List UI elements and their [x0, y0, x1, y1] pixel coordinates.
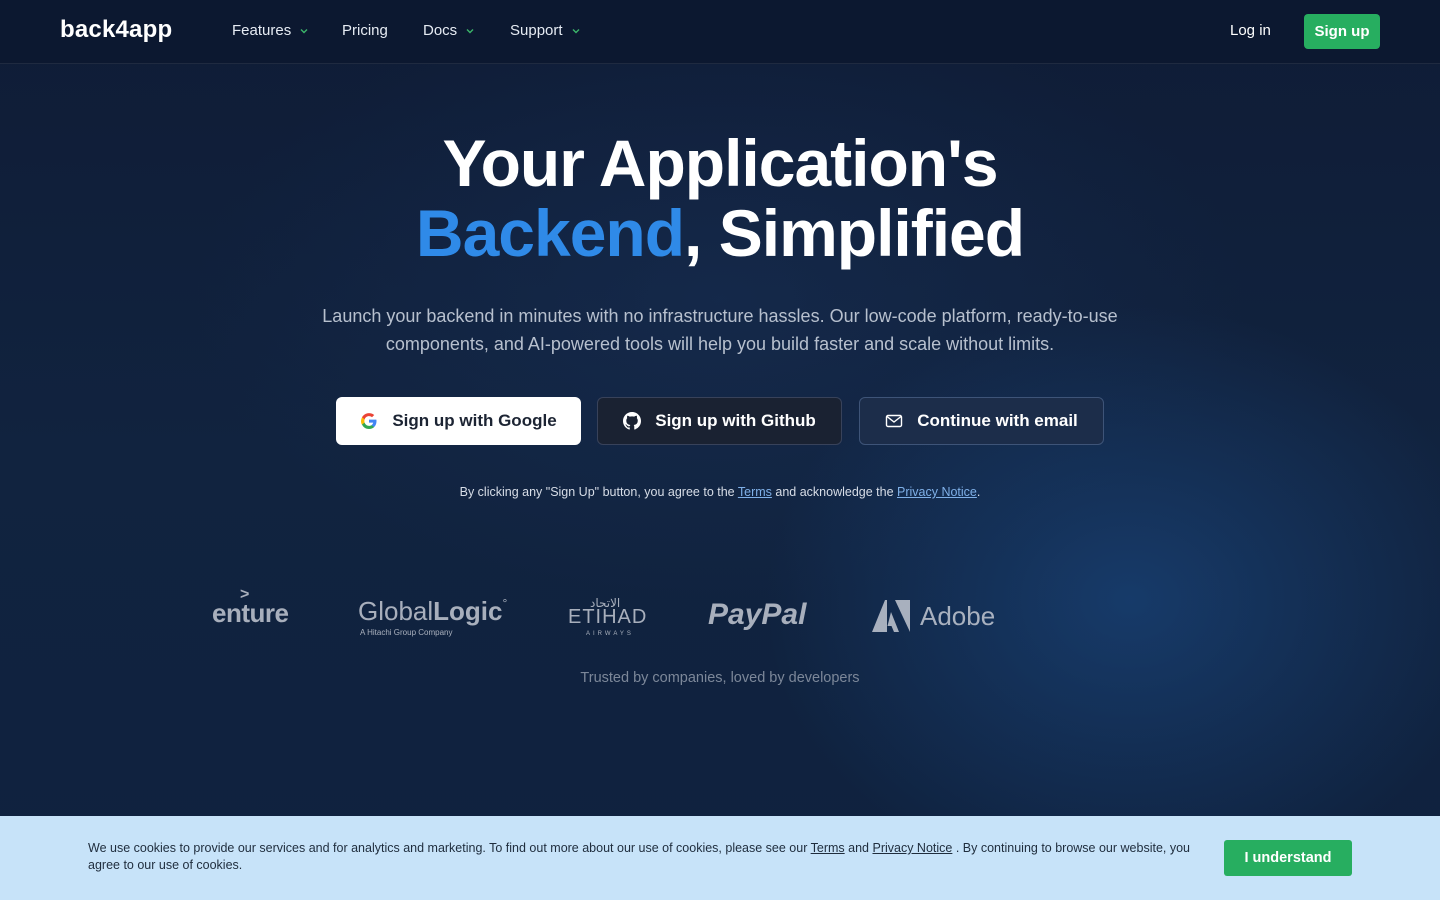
cookie-and: and: [844, 841, 873, 855]
customer-logos: > enture GlobalLogic° A Hitachi Group Co…: [212, 586, 1012, 642]
mail-icon: [885, 412, 903, 430]
signup-button[interactable]: Sign up: [1304, 14, 1380, 49]
globallogic-word-a: Global: [358, 596, 434, 626]
accenture-wordmark: enture: [212, 598, 289, 628]
globallogic-word-b: Logic: [433, 596, 503, 626]
chevron-down-icon: [571, 26, 581, 36]
hero-title-line2: Backend, Simplified: [0, 198, 1440, 268]
legal-prefix: By clicking any "Sign Up" button, you ag…: [459, 485, 738, 499]
nav-docs[interactable]: Docs: [423, 22, 475, 39]
trusted-caption: Trusted by companies, loved by developer…: [580, 670, 860, 686]
adobe-logo: Adobe: [872, 600, 995, 632]
etihad-logo: الاتحاد ETIHAD AIRWAYS: [568, 596, 647, 637]
cookie-privacy-link[interactable]: Privacy Notice: [872, 841, 952, 855]
hero-title: Your Application's Backend, Simplified: [0, 128, 1440, 268]
nav-features-label: Features: [232, 22, 292, 39]
signup-github-label: Sign up with Github: [655, 411, 816, 430]
signup-legal-note: By clicking any "Sign Up" button, you ag…: [0, 485, 1440, 499]
adobe-mark-icon: [872, 600, 910, 632]
nav-support-label: Support: [510, 22, 563, 39]
nav-docs-label: Docs: [423, 22, 458, 39]
back4app-logo[interactable]: back4app: [60, 16, 172, 44]
legal-terms-link[interactable]: Terms: [738, 485, 772, 499]
accenture-mark: >: [240, 586, 249, 603]
hero-title-accent: Backend: [415, 196, 685, 270]
signup-github-button[interactable]: Sign up with Github: [597, 397, 842, 445]
chevron-down-icon: [299, 26, 309, 36]
globallogic-reg: °: [502, 596, 508, 610]
nav-pricing-label: Pricing: [342, 22, 388, 39]
paypal-logo: PayPal: [708, 598, 807, 631]
signup-google-label: Sign up with Google: [392, 411, 557, 430]
hero-subtitle: Launch your backend in minutes with no i…: [322, 306, 1118, 354]
cookie-text: We use cookies to provide our services a…: [88, 840, 1198, 874]
globallogic-logo: GlobalLogic° A Hitachi Group Company: [358, 596, 508, 637]
etihad-arabic: الاتحاد: [590, 596, 621, 610]
google-icon: [360, 412, 378, 430]
cookie-banner: We use cookies to provide our services a…: [0, 816, 1440, 900]
top-navbar: back4app Features Pricing Docs Support L…: [0, 0, 1440, 64]
adobe-wordmark: Adobe: [920, 600, 996, 631]
cookie-terms-link[interactable]: Terms: [811, 841, 845, 855]
accenture-logo: > enture: [212, 586, 289, 629]
continue-email-label: Continue with email: [917, 411, 1078, 430]
etihad-sub: AIRWAYS: [586, 631, 634, 637]
continue-email-button[interactable]: Continue with email: [859, 397, 1104, 445]
signup-google-button[interactable]: Sign up with Google: [336, 397, 581, 445]
chevron-down-icon: [465, 26, 475, 36]
nav-pricing[interactable]: Pricing: [342, 22, 388, 39]
hero-title-rest: , Simplified: [684, 196, 1025, 270]
cookie-text-1: We use cookies to provide our services a…: [88, 841, 811, 855]
nav-features[interactable]: Features: [232, 22, 309, 39]
globallogic-tagline: A Hitachi Group Company: [360, 628, 453, 637]
hero-title-line1: Your Application's: [442, 126, 998, 200]
legal-privacy-link[interactable]: Privacy Notice: [897, 485, 977, 499]
legal-middle: and acknowledge the: [771, 485, 897, 499]
github-icon: [623, 412, 642, 430]
nav-support[interactable]: Support: [510, 22, 581, 39]
legal-suffix: .: [976, 485, 981, 499]
login-link[interactable]: Log in: [1230, 22, 1271, 39]
cookie-accept-button[interactable]: I understand: [1224, 840, 1352, 876]
